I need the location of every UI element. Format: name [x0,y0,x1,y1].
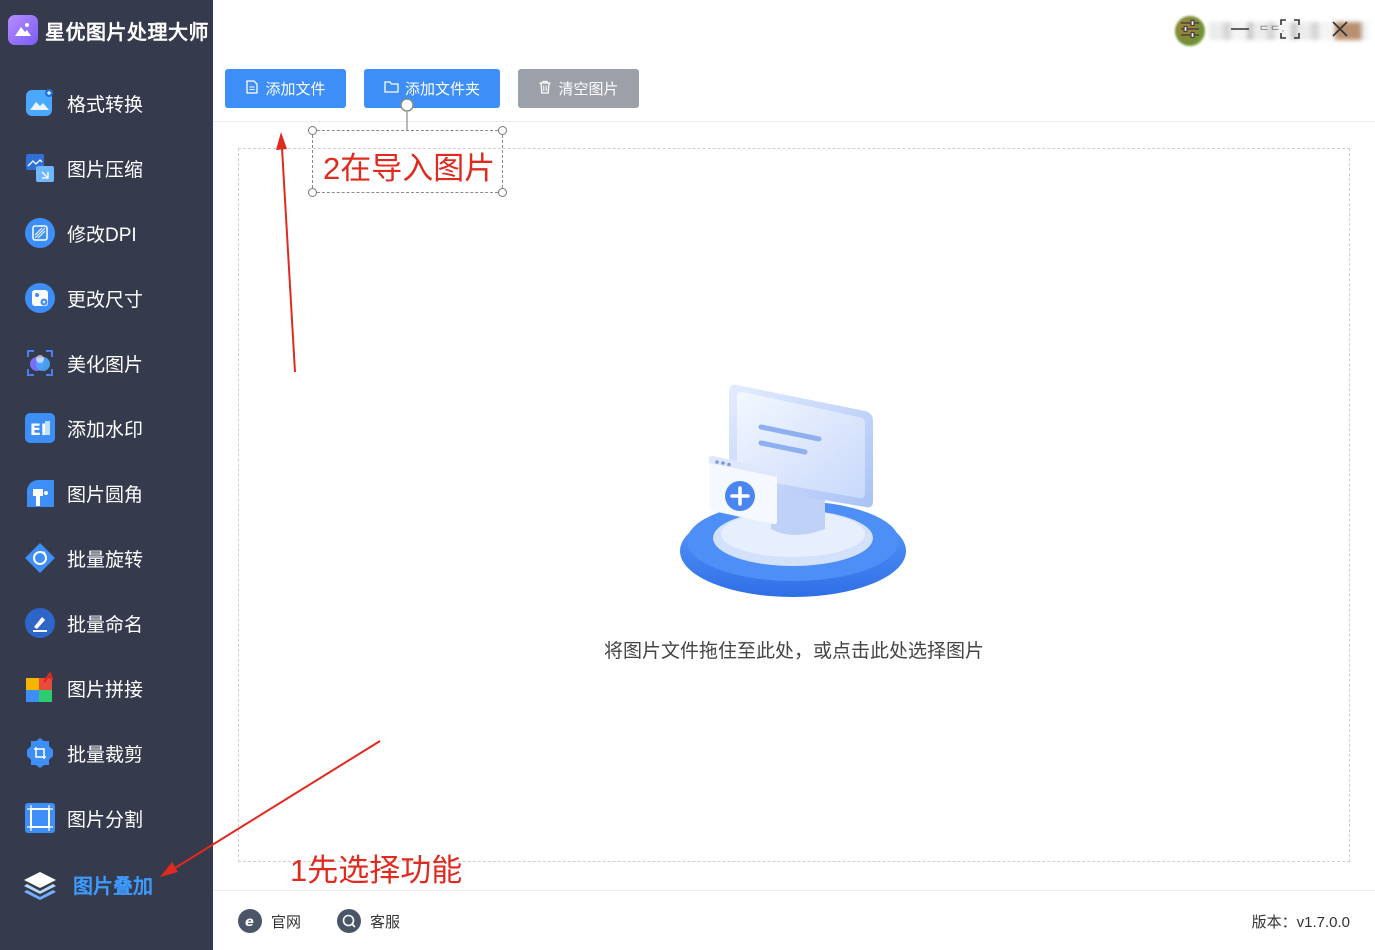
close-icon [1329,18,1351,45]
file-icon [245,79,265,98]
sidebar-item-crop[interactable]: 批量裁剪 [0,730,213,776]
sidebar-item-label: 美化图片 [67,354,144,376]
add-file-button[interactable]: 添加文件 [225,69,346,108]
beautify-icon [24,347,56,379]
sidebar: 星优图片处理大师 格式转换 图片压缩 修改DPI 更改尺寸 美化图片 EI 添加… [0,0,213,950]
sidebar-item-label: 图片压缩 [67,159,144,181]
footer: e 官网 客服 版本：v1.7.0.0 [213,890,1375,950]
watermark-icon: EI [24,412,56,444]
svg-text:EI: EI [30,420,47,439]
version-label: 版本：v1.7.0.0 [1251,914,1350,931]
sidebar-item-label: 图片分割 [67,809,144,831]
rename-icon [24,607,56,639]
sidebar-item-beautify[interactable]: 美化图片 [0,340,213,386]
sidebar-item-split[interactable]: 图片分割 [0,795,213,841]
layers-icon [22,866,58,902]
sidebar-item-label: 更改尺寸 [67,289,144,311]
sidebar-item-image-overlay[interactable]: 图片叠加 [0,861,213,907]
sidebar-item-resize[interactable]: 更改尺寸 [0,275,213,321]
svg-text:e: e [245,915,254,929]
sidebar-item-image-compress[interactable]: 图片压缩 [0,145,213,191]
support-link[interactable]: 客服 [337,909,400,933]
sidebar-item-rotate[interactable]: 批量旋转 [0,535,213,581]
sidebar-item-label: 格式转换 [67,94,144,116]
resize-handle [308,126,317,135]
rotate-icon [24,542,56,574]
resize-handle [498,126,507,135]
split-icon [24,802,56,834]
sidebar-item-label: 批量旋转 [67,549,144,571]
sidebar-item-format-convert[interactable]: 格式转换 [0,80,213,126]
sidebar-item-rounded-corner[interactable]: 图片圆角 [0,470,213,516]
sidebar-item-rename[interactable]: 批量命名 [0,600,213,646]
dpi-icon [24,217,56,249]
drop-zone[interactable]: 将图片文件拖住至此处，或点击此处选择图片 [238,148,1350,862]
image-convert-icon [24,87,56,119]
folder-icon [384,80,405,98]
sidebar-item-label: 图片圆角 [67,484,144,506]
app-title: 星优图片处理大师 [45,21,209,44]
browser-icon: e [238,909,262,933]
website-link[interactable]: e 官网 [238,909,301,933]
sidebar-item-label: 修改DPI [67,224,137,246]
crop-icon [24,737,56,769]
annotation-step1: 1先选择功能 [290,853,463,888]
sidebar-item-watermark[interactable]: EI 添加水印 [0,405,213,451]
add-folder-button[interactable]: 添加文件夹 [364,69,500,108]
drop-hint: 将图片文件拖住至此处，或点击此处选择图片 [603,641,984,662]
top-toolbar: ᄃᄃ· 添加文件 添加文件夹 清空图片 [213,0,1375,122]
app-logo-icon [8,15,38,45]
close-button[interactable] [1323,14,1357,48]
resize-icon [24,282,56,314]
maximize-button[interactable] [1273,14,1307,48]
website-label: 官网 [271,913,302,931]
sidebar-item-label: 批量裁剪 [67,744,144,766]
image-compress-icon [24,152,56,184]
add-file-label: 添加文件 [265,81,326,98]
resize-handle [498,188,507,197]
rounded-corner-icon [24,477,56,509]
sliders-icon [1179,18,1201,45]
clear-images-button[interactable]: 清空图片 [518,69,639,108]
clear-images-label: 清空图片 [558,81,619,98]
add-folder-label: 添加文件夹 [404,81,480,98]
resize-handle [308,188,317,197]
upload-illustration-icon [679,381,911,606]
sidebar-item-dpi[interactable]: 修改DPI [0,210,213,256]
support-label: 客服 [370,913,401,931]
sidebar-item-puzzle[interactable]: 图片拼接 [0,665,213,711]
sidebar-item-label: 批量命名 [67,614,144,636]
sidebar-item-label: 添加水印 [67,419,144,441]
maximize-icon [1279,18,1301,45]
trash-icon [538,80,558,98]
sidebar-item-label: 图片拼接 [67,679,144,701]
settings-button[interactable] [1173,14,1207,48]
puzzle-icon [24,672,56,704]
chat-icon [337,909,361,933]
minimize-icon [1229,18,1251,45]
sidebar-item-label: 图片叠加 [73,875,153,898]
annotation-step2: 2在导入图片 [323,151,496,186]
app-header: 星优图片处理大师 [8,14,209,46]
minimize-button[interactable] [1223,14,1257,48]
